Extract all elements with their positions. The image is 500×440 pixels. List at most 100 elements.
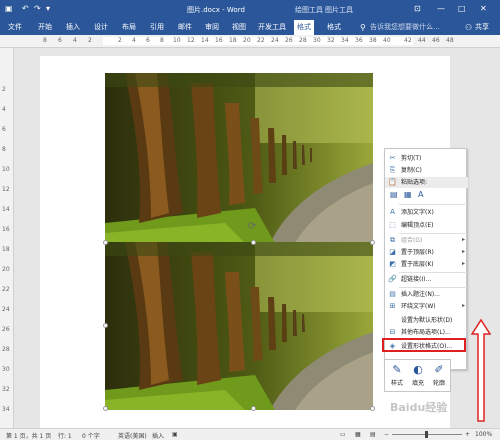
context-tab-drawing: 绘图工具 <box>295 6 323 14</box>
menu-item-bring-to-front[interactable]: ◪ 置于顶层(R) ▸ <box>385 247 468 258</box>
horizontal-ruler[interactable]: 8 6 4 2 2 4 6 8 10 12 14 16 18 20 22 24 … <box>0 35 500 48</box>
print-layout-icon[interactable]: ▦ <box>355 431 361 438</box>
ruler-number: 24 <box>2 306 10 313</box>
tab-file[interactable]: 文件 <box>8 22 22 32</box>
style-button[interactable]: ✎ 样式 <box>387 362 407 390</box>
line-number: 行: 1 <box>58 433 72 440</box>
ruler-number: 4 <box>73 37 77 44</box>
ruler-number: 6 <box>58 37 62 44</box>
ruler-number: 26 <box>285 37 293 44</box>
ruler-number: 22 <box>257 37 265 44</box>
rotate-handle-icon[interactable]: ⟳ <box>248 221 256 232</box>
tab-layout[interactable]: 布局 <box>122 22 136 32</box>
menu-separator <box>399 233 467 234</box>
maximize-icon[interactable]: □ <box>458 4 466 14</box>
ruler-number: 14 <box>201 37 209 44</box>
paste-text-only-icon[interactable]: A <box>418 189 428 201</box>
ruler-number: 36 <box>355 37 363 44</box>
close-icon[interactable]: ✕ <box>480 4 487 14</box>
paste-icon: 📋 <box>388 178 397 186</box>
ruler-number: 6 <box>2 126 6 133</box>
ruler-number: 16 <box>2 226 10 233</box>
resize-handle[interactable] <box>370 240 375 245</box>
vertical-ruler[interactable]: 2 4 6 8 10 12 14 16 18 20 22 24 26 28 30… <box>0 48 14 428</box>
share-button[interactable]: 共享 <box>475 22 489 32</box>
redo-icon[interactable]: ↷ <box>34 4 41 14</box>
zoom-level[interactable]: 100% <box>475 431 492 438</box>
word-count[interactable]: 0 个字 <box>82 431 100 440</box>
menu-item-wrap-text[interactable]: ⊞ 环绕文字(W) ▸ <box>385 301 468 312</box>
web-layout-icon[interactable]: ▤ <box>370 431 376 438</box>
tab-format-picture[interactable]: 格式 <box>327 22 341 32</box>
ruler-number: 32 <box>2 386 10 393</box>
ruler-number: 14 <box>2 206 10 213</box>
fill-button[interactable]: ◐ 填充 <box>408 362 428 390</box>
minimize-icon[interactable]: — <box>437 4 445 14</box>
submenu-arrow-icon: ▸ <box>461 260 465 267</box>
undo-icon[interactable]: ↶ <box>22 4 29 14</box>
outline-button[interactable]: ✐ 轮廓 <box>429 362 449 390</box>
ruler-number: 32 <box>327 37 335 44</box>
share-icon[interactable]: ⚇ <box>465 23 472 33</box>
annotation-arrow <box>471 318 491 422</box>
save-icon[interactable]: ▣ <box>5 4 13 14</box>
tab-view[interactable]: 视图 <box>232 22 246 32</box>
tab-design[interactable]: 设计 <box>94 22 108 32</box>
ruler-number: 30 <box>313 37 321 44</box>
tree-path-photo-top[interactable] <box>105 73 373 243</box>
text-icon: A <box>390 208 395 216</box>
menu-item-add-text[interactable]: A 添加文字(X) <box>385 207 468 218</box>
ruler-number: 4 <box>132 37 136 44</box>
ruler-number: 8 <box>160 37 164 44</box>
ruler-number: 18 <box>229 37 237 44</box>
menu-item-more-layout-options[interactable]: ⊟ 其他布局选项(L)... <box>385 327 468 338</box>
page-count[interactable]: 第 1 页，共 1 页 <box>6 431 51 440</box>
tab-references[interactable]: 引用 <box>150 22 164 32</box>
caption-icon: ▤ <box>389 290 396 298</box>
resize-handle[interactable] <box>251 240 256 245</box>
edit-points-icon: ⬚ <box>389 221 396 229</box>
insert-mode[interactable]: 插入 <box>152 431 164 440</box>
menu-item-hyperlink[interactable]: 🔗 超链接(I)... <box>385 274 468 285</box>
menu-separator <box>399 272 467 273</box>
resize-handle[interactable] <box>370 406 375 411</box>
zoom-slider-thumb[interactable] <box>425 431 428 438</box>
customize-qat-icon[interactable]: ▾ <box>46 4 50 14</box>
ribbon-display-icon[interactable]: ⊡ <box>414 4 421 14</box>
zoom-out-icon[interactable]: − <box>384 431 389 438</box>
send-back-icon: ◩ <box>389 260 396 268</box>
tree-path-photo-bottom[interactable] <box>105 242 373 410</box>
title-bar: ▣ ↶ ↷ ▾ 图片.docx - Word 绘图工具 图片工具 ⊡ — □ ✕ <box>0 0 500 19</box>
ruler-number: 28 <box>2 346 10 353</box>
menu-item-paste-options: 📋 粘贴选项: <box>385 177 468 188</box>
paste-keep-source-icon[interactable]: ▤ <box>390 189 400 201</box>
language[interactable]: 英语(美国) <box>118 431 147 440</box>
menu-item-cut[interactable]: ✂ 剪切(T) <box>385 153 468 164</box>
resize-handle[interactable] <box>103 240 108 245</box>
tab-insert[interactable]: 插入 <box>66 22 80 32</box>
tab-home[interactable]: 开始 <box>38 22 52 32</box>
menu-item-copy[interactable]: ⎘ 复制(C) <box>385 165 468 176</box>
context-menu: ✂ 剪切(T) ⎘ 复制(C) 📋 粘贴选项: A 添加文字(X) ⬚ 编辑顶点(E) ⧉… <box>384 148 468 370</box>
resize-handle[interactable] <box>103 323 108 328</box>
ruler-number: 42 <box>404 37 412 44</box>
read-mode-icon[interactable]: ▭ <box>340 431 346 438</box>
macro-record-icon[interactable]: ▣ <box>172 431 178 438</box>
tab-developer[interactable]: 开发工具 <box>258 22 286 32</box>
menu-item-set-default-shape[interactable]: 设置为默认形状(D) <box>385 315 468 326</box>
menu-item-edit-points[interactable]: ⬚ 编辑顶点(E) <box>385 220 468 231</box>
ruler-number: 20 <box>2 266 10 273</box>
tell-me-input[interactable]: 告诉我您想要做什么... <box>370 22 440 32</box>
tab-review[interactable]: 审阅 <box>205 22 219 32</box>
paste-picture-icon[interactable]: ▦ <box>404 189 414 201</box>
menu-item-insert-caption[interactable]: ▤ 插入题注(N)... <box>385 289 468 300</box>
ruler-number: 18 <box>2 246 10 253</box>
tab-format-drawing[interactable]: 格式 <box>294 20 314 35</box>
zoom-in-icon[interactable]: + <box>465 431 470 438</box>
resize-handle[interactable] <box>103 406 108 411</box>
tab-mailings[interactable]: 邮件 <box>178 22 192 32</box>
menu-item-send-to-back[interactable]: ◩ 置于底层(K) ▸ <box>385 259 468 270</box>
resize-handle[interactable] <box>251 406 256 411</box>
fill-icon: ◐ <box>413 363 423 376</box>
ruler-number: 20 <box>243 37 251 44</box>
